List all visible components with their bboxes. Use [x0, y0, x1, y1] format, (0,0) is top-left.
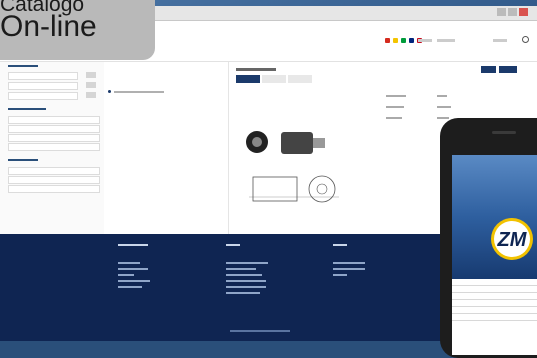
spec-label — [386, 106, 404, 108]
phone-menu-item[interactable] — [452, 300, 537, 307]
nav-link-contact[interactable] — [493, 39, 507, 42]
search-field[interactable] — [8, 72, 78, 80]
minimize-button[interactable] — [497, 8, 506, 16]
footer-phone — [226, 280, 266, 282]
results-list — [104, 62, 229, 234]
search-icon[interactable] — [522, 36, 529, 43]
phone-menu — [452, 279, 537, 321]
filter-select[interactable] — [8, 176, 100, 184]
footer-address — [226, 274, 262, 276]
sidebar-heading — [8, 65, 38, 67]
phone-menu-item[interactable] — [452, 314, 537, 321]
search-sidebar — [0, 62, 105, 234]
spec-value — [437, 95, 447, 97]
nav-link-products[interactable] — [437, 39, 455, 42]
phone-menu-item[interactable] — [452, 307, 537, 314]
phone-menu-item[interactable] — [452, 286, 537, 293]
product-title — [236, 68, 276, 71]
footer-link[interactable] — [118, 274, 134, 276]
flag-icon[interactable] — [393, 38, 398, 43]
maximize-button[interactable] — [508, 8, 517, 16]
search-button[interactable] — [86, 92, 96, 98]
filter-select[interactable] — [8, 125, 100, 133]
filter-select[interactable] — [8, 167, 100, 175]
product-drawing — [246, 131, 339, 203]
technical-drawing-front — [308, 175, 336, 203]
footer-address — [226, 268, 256, 270]
sidebar-heading — [8, 159, 38, 161]
nav-link-home[interactable] — [418, 39, 432, 42]
filter-select[interactable] — [8, 116, 100, 124]
phone-menu-item[interactable] — [452, 293, 537, 300]
filter-select[interactable] — [8, 143, 100, 151]
list-bullet-icon — [108, 90, 111, 93]
footer-link[interactable] — [118, 280, 150, 282]
footer-link[interactable] — [333, 262, 365, 264]
search-field[interactable] — [8, 92, 78, 100]
sidebar-heading — [8, 108, 46, 110]
footer-link[interactable] — [118, 268, 148, 270]
footer-heading — [333, 244, 347, 246]
spec-label — [386, 95, 406, 97]
phone-menu-item[interactable] — [452, 279, 537, 286]
phone-screen: ZM — [452, 155, 537, 355]
catalog-badge: Catalogo On-line — [0, 0, 155, 60]
footer-link[interactable] — [333, 268, 365, 270]
flag-icon[interactable] — [385, 38, 390, 43]
phone-speaker — [492, 131, 516, 134]
footer-link[interactable] — [118, 286, 142, 288]
phone-hero: ZM — [452, 155, 537, 279]
list-item[interactable] — [114, 91, 164, 93]
badge-subtitle: On-line — [0, 10, 97, 43]
filter-select[interactable] — [8, 185, 100, 193]
print-button[interactable] — [499, 66, 517, 73]
search-button[interactable] — [86, 72, 96, 78]
spec-label — [386, 117, 402, 119]
flag-icon[interactable] — [401, 38, 406, 43]
footer-copyright — [230, 330, 290, 332]
tab-references[interactable] — [288, 75, 312, 83]
pdf-button[interactable] — [481, 66, 496, 73]
language-flags[interactable] — [385, 38, 422, 43]
footer-heading — [226, 244, 240, 246]
footer-phone — [226, 286, 266, 288]
footer-address — [226, 262, 268, 264]
footer-email[interactable] — [226, 292, 260, 294]
close-button[interactable] — [519, 8, 528, 16]
flag-icon[interactable] — [409, 38, 414, 43]
footer-link[interactable] — [333, 274, 347, 276]
tab-overview[interactable] — [236, 75, 260, 83]
footer-link[interactable] — [118, 262, 140, 264]
spec-value — [437, 117, 449, 119]
technical-drawing-side — [252, 176, 298, 202]
filter-select[interactable] — [8, 134, 100, 142]
search-button[interactable] — [86, 82, 96, 88]
smartphone: ZM — [440, 118, 537, 358]
spec-value — [437, 106, 451, 108]
footer-heading — [118, 244, 148, 246]
search-field[interactable] — [8, 82, 78, 90]
phone-logo: ZM — [497, 229, 528, 251]
solenoid-side-view — [281, 132, 313, 154]
tab-applications[interactable] — [262, 75, 286, 83]
